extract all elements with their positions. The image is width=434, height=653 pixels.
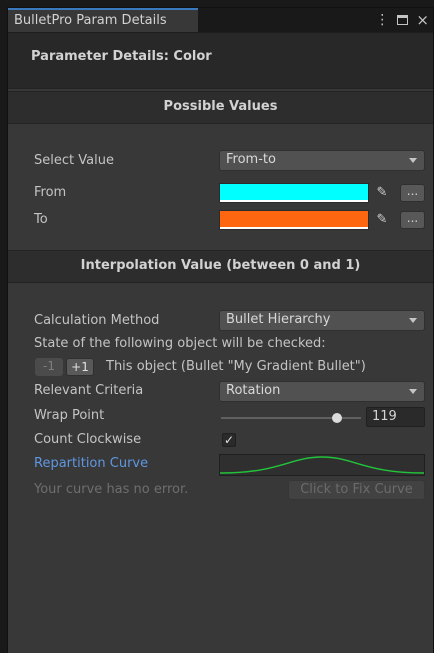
repartition-curve-label: Repartition Curve: [34, 456, 149, 471]
relevant-criteria-label: Relevant Criteria: [34, 383, 144, 398]
repartition-curve-graph: [219, 456, 425, 474]
repartition-curve-field[interactable]: [219, 454, 425, 476]
calculation-method-selected: Bullet Hierarchy: [226, 312, 331, 327]
to-eyedropper-icon[interactable]: ✎: [373, 211, 391, 229]
to-more-button[interactable]: ...: [400, 211, 425, 229]
kebab-menu-icon[interactable]: ⋮: [375, 13, 389, 27]
object-description: This object (Bullet "My Gradient Bullet"…: [106, 359, 366, 374]
plus-one-button[interactable]: +1: [66, 358, 94, 376]
tab-bulletpro-param-details[interactable]: BulletPro Param Details: [8, 8, 198, 32]
from-eyedropper-icon[interactable]: ✎: [373, 184, 391, 202]
to-color-field[interactable]: [219, 210, 369, 230]
select-value-selected: From-to: [226, 152, 276, 167]
to-alpha-bar: [220, 227, 368, 229]
tab-bar: BulletPro Param Details ⋮ ×: [8, 8, 433, 32]
param-details-panel: Parameter Details: Color Possible Values…: [8, 32, 433, 653]
wrap-point-label: Wrap Point: [34, 408, 105, 423]
chevron-down-icon: [409, 389, 417, 394]
select-value-label: Select Value: [34, 153, 114, 168]
curve-status-text: Your curve has no error.: [34, 482, 189, 497]
count-clockwise-checkbox[interactable]: ✓: [222, 433, 236, 447]
page-title: Parameter Details: Color: [31, 49, 212, 64]
select-value-dropdown[interactable]: From-to: [219, 150, 425, 171]
from-color-swatch: [220, 184, 368, 200]
relevant-criteria-dropdown[interactable]: Rotation: [219, 381, 425, 402]
count-clockwise-label: Count Clockwise: [34, 432, 142, 447]
wrap-point-input[interactable]: 119: [366, 407, 425, 427]
to-color-swatch: [220, 211, 368, 227]
interpolation-value-header: Interpolation Value (between 0 and 1): [8, 250, 433, 283]
state-checked-text: State of the following object will be ch…: [34, 336, 326, 351]
from-alpha-bar: [220, 200, 368, 202]
wrap-point-slider-thumb[interactable]: [332, 413, 343, 423]
panel-title-bar: Parameter Details: Color: [8, 32, 433, 89]
minus-one-button[interactable]: -1: [35, 358, 63, 376]
maximize-icon[interactable]: [397, 15, 409, 25]
calculation-method-label: Calculation Method: [34, 313, 160, 328]
fix-curve-button[interactable]: Click to Fix Curve: [288, 480, 425, 500]
calculation-method-dropdown[interactable]: Bullet Hierarchy: [219, 310, 425, 331]
relevant-criteria-selected: Rotation: [226, 383, 281, 398]
to-label: To: [34, 212, 48, 227]
from-label: From: [34, 185, 67, 200]
from-more-button[interactable]: ...: [400, 184, 425, 202]
bulletpro-param-details-window: BulletPro Param Details ⋮ × Parameter De…: [7, 7, 434, 653]
chevron-down-icon: [409, 318, 417, 323]
window-controls: ⋮ ×: [375, 11, 429, 29]
from-color-field[interactable]: [219, 183, 369, 203]
close-icon[interactable]: ×: [416, 13, 429, 28]
possible-values-header: Possible Values: [8, 91, 433, 124]
chevron-down-icon: [409, 158, 417, 163]
